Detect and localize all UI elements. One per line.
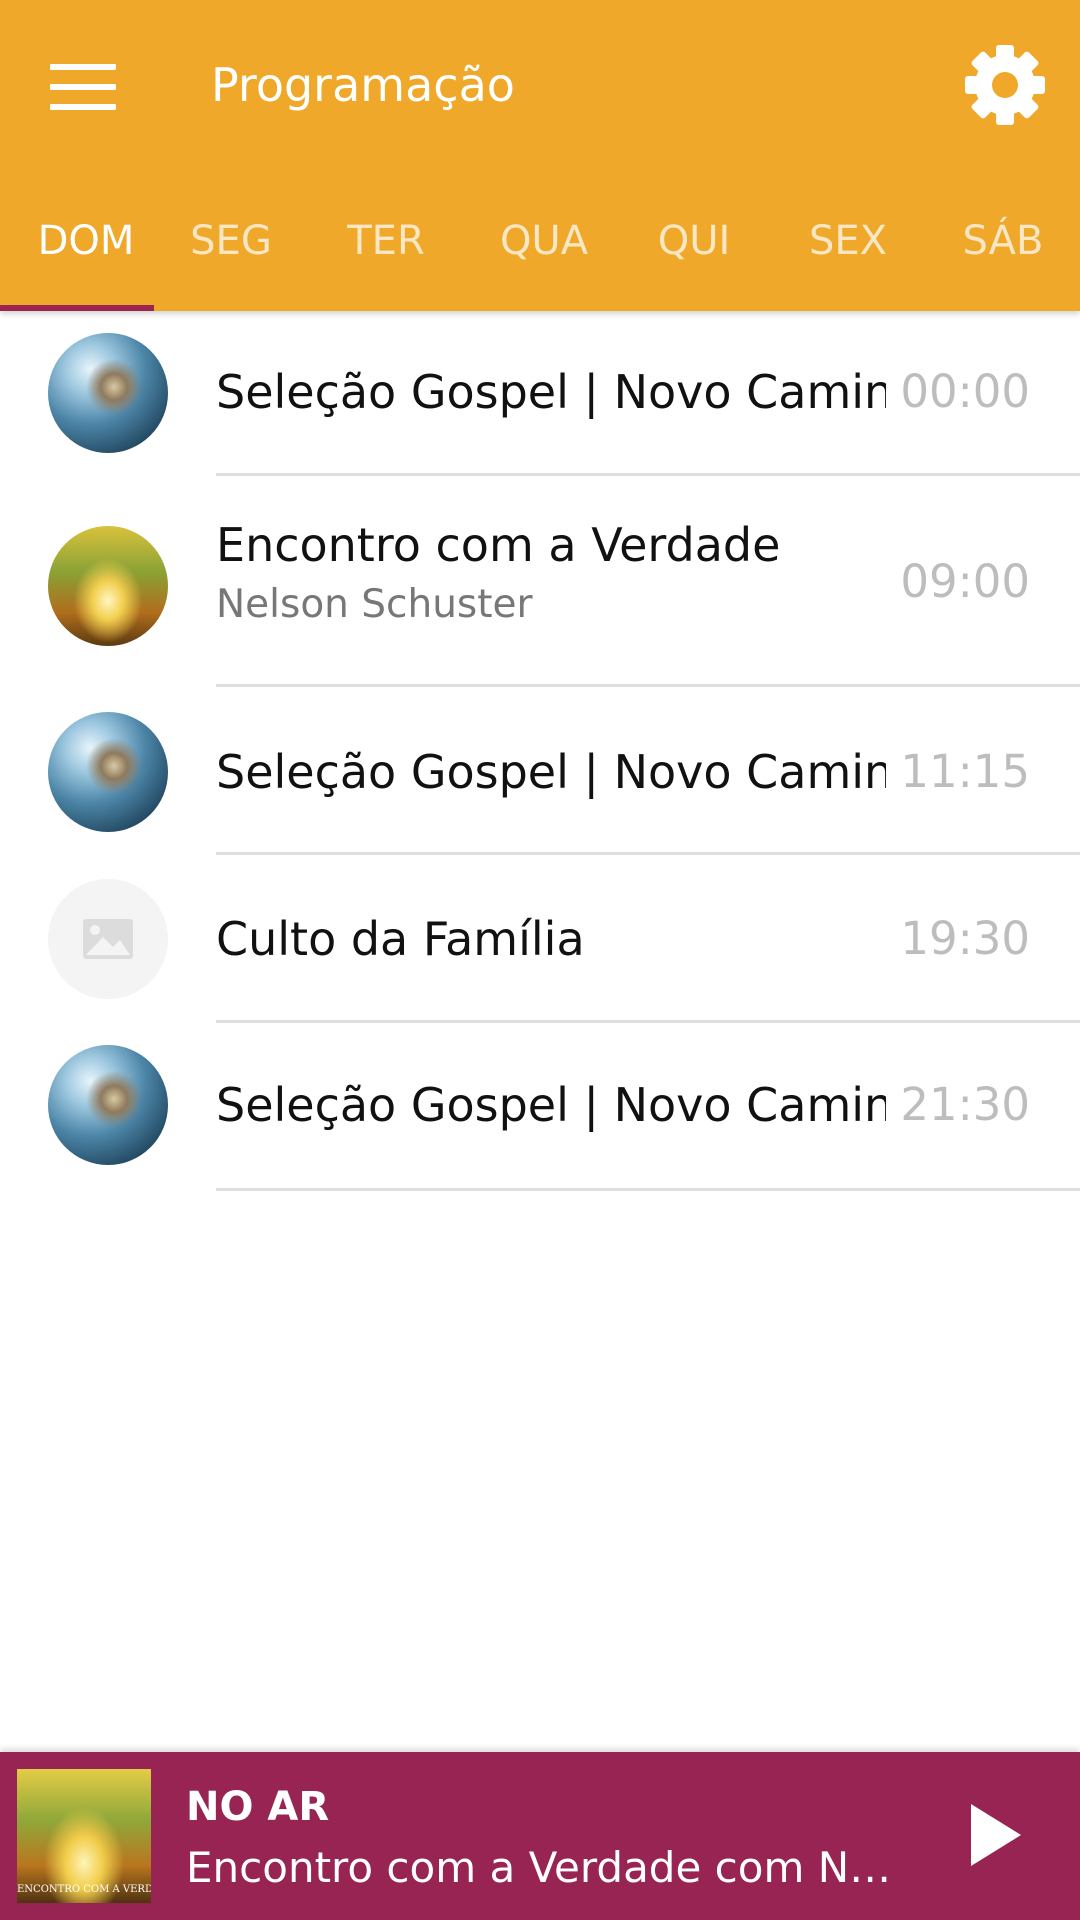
program-thumbnail [48, 712, 168, 832]
active-tab-indicator [0, 305, 154, 311]
day-tabs: DOM SEG TER QUA QUI SEX SÁB [0, 200, 1080, 311]
now-playing-thumbnail: ENCONTRO COM A VERDADE [17, 1769, 151, 1903]
list-item[interactable]: Seleção Gospel | Novo Caminho 00:00 [0, 311, 1080, 476]
program-title: Seleção Gospel | Novo Caminho [216, 1078, 886, 1132]
tab-seg[interactable]: SEG [172, 200, 290, 311]
program-thumbnail [48, 333, 168, 453]
hamburger-menu-icon[interactable] [50, 63, 116, 111]
program-time: 11:15 [900, 745, 1030, 798]
program-thumbnail [48, 1045, 168, 1165]
list-item[interactable]: Culto da Família 19:30 [0, 855, 1080, 1023]
on-air-label: NO AR [186, 1784, 330, 1830]
tab-qui[interactable]: QUI [634, 200, 754, 311]
tab-dom[interactable]: DOM [0, 200, 172, 311]
page-title: Programação [211, 58, 515, 112]
thumbnail-caption: ENCONTRO COM A VERDADE [17, 1884, 151, 1895]
program-time: 19:30 [900, 912, 1030, 965]
program-host: Nelson Schuster [216, 582, 533, 627]
app-bar: Programação DOM SEG TER QUA QUI SEX SÁB [0, 0, 1080, 311]
program-thumbnail [48, 526, 168, 646]
divider [216, 1188, 1080, 1191]
tab-sex[interactable]: SEX [782, 200, 914, 311]
program-title: Culto da Família [216, 912, 585, 966]
now-playing-title: Encontro com a Verdade com Nelson Schust… [186, 1843, 916, 1892]
list-item[interactable]: Seleção Gospel | Novo Caminho 21:30 [0, 1023, 1080, 1191]
list-item[interactable]: Seleção Gospel | Novo Caminho 11:15 [0, 687, 1080, 855]
tab-sab[interactable]: SÁB [938, 200, 1068, 311]
image-placeholder-icon [48, 879, 168, 999]
now-playing-bar[interactable]: ENCONTRO COM A VERDADE NO AR Encontro co… [0, 1752, 1080, 1920]
gear-icon[interactable] [960, 40, 1050, 130]
program-title: Encontro com a Verdade [216, 518, 781, 572]
program-time: 00:00 [900, 365, 1030, 418]
schedule-list: Seleção Gospel | Novo Caminho 00:00 Enco… [0, 311, 1080, 1191]
play-icon[interactable] [965, 1800, 1025, 1870]
program-time: 21:30 [900, 1078, 1030, 1131]
program-title: Seleção Gospel | Novo Caminho [216, 745, 886, 799]
program-title: Seleção Gospel | Novo Caminho [216, 365, 886, 419]
tab-qua[interactable]: QUA [478, 200, 610, 311]
list-item[interactable]: Encontro com a Verdade Nelson Schuster 0… [0, 476, 1080, 687]
program-time: 09:00 [900, 555, 1030, 608]
tab-ter[interactable]: TER [320, 200, 452, 311]
